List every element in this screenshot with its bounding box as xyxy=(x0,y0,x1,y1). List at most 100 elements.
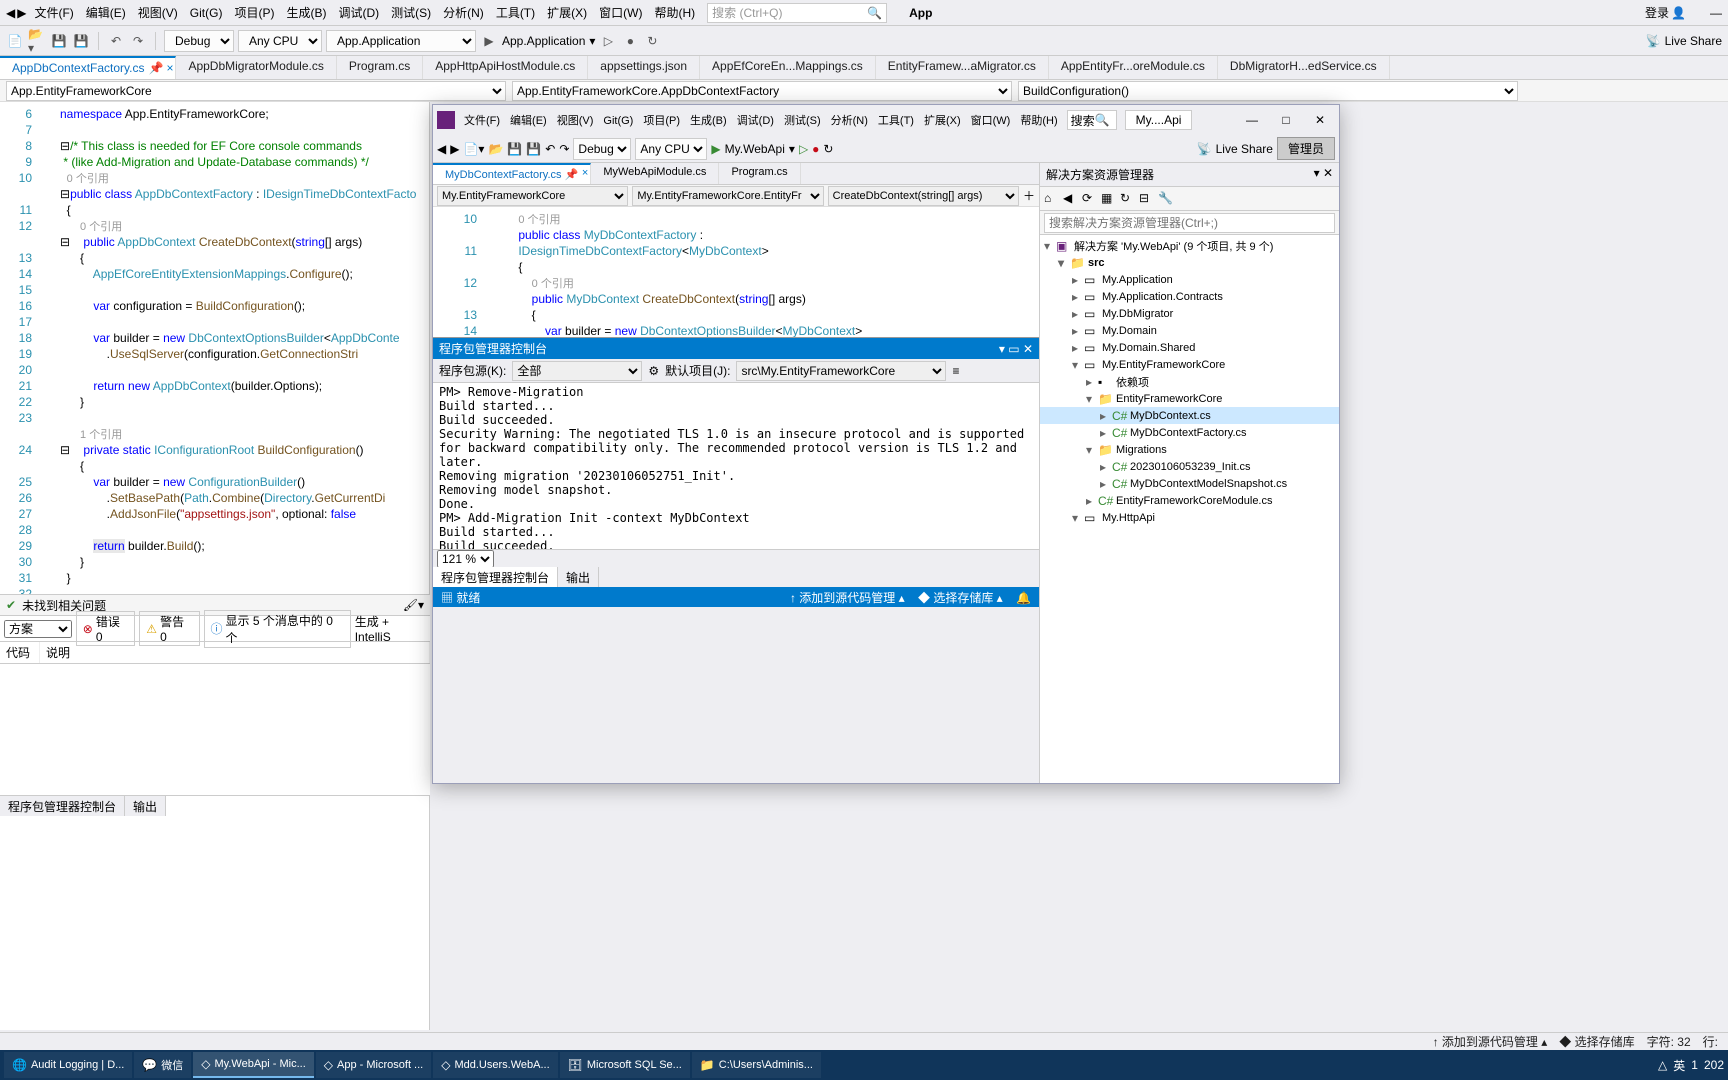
bell-icon[interactable]: 🔔 xyxy=(1016,591,1031,605)
startup-dropdown[interactable]: App.Application xyxy=(326,30,476,52)
refresh-icon[interactable]: ↻ xyxy=(823,142,833,156)
warnings-pill[interactable]: ⚠警告 0 xyxy=(139,611,199,646)
tray-item[interactable]: 1 xyxy=(1691,1058,1698,1072)
config-dropdown[interactable]: Debug xyxy=(164,30,234,52)
se-close-icon[interactable]: ✕ xyxy=(1323,166,1333,180)
tree-item[interactable]: ▸C#MyDbContext.cs xyxy=(1040,407,1339,424)
pmc-tab[interactable]: 输出 xyxy=(558,567,599,587)
collapse-icon[interactable]: ⊟ xyxy=(1139,191,1155,207)
pmc-pin-icon[interactable]: ▭ xyxy=(1008,342,1019,356)
bottom-tab[interactable]: 程序包管理器控制台 xyxy=(0,796,125,816)
menu-item[interactable]: Git(G) xyxy=(598,113,638,129)
login-button[interactable]: 登录 xyxy=(1645,4,1669,21)
menu-item[interactable]: 项目(P) xyxy=(638,113,685,129)
sync-icon[interactable]: ⟳ xyxy=(1082,191,1098,207)
menu-item[interactable]: 窗口(W) xyxy=(966,113,1016,129)
editor-tab[interactable]: DbMigratorH...edService.cs xyxy=(1218,56,1390,79)
menu-item[interactable]: 窗口(W) xyxy=(593,4,648,22)
taskbar-item[interactable]: ◇App - Microsoft ... xyxy=(316,1052,431,1078)
se-tree[interactable]: ▾▣解决方案 'My.WebApi' (9 个项目, 共 9 个)▾📁src▸▭… xyxy=(1040,235,1339,783)
pmc-tab[interactable]: 程序包管理器控制台 xyxy=(433,567,558,587)
editor-tab[interactable]: appsettings.json xyxy=(588,56,700,79)
tree-item[interactable]: ▾▭My.EntityFrameworkCore xyxy=(1040,356,1339,373)
menu-item[interactable]: 文件(F) xyxy=(459,113,505,129)
tree-item[interactable]: ▾📁Migrations xyxy=(1040,441,1339,458)
menu-item[interactable]: 编辑(E) xyxy=(505,113,552,129)
open-icon[interactable]: 📂 xyxy=(488,142,503,156)
play-nodebug-icon[interactable]: ▷ xyxy=(599,32,617,50)
menu-item[interactable]: 视图(V) xyxy=(552,113,599,129)
errors-pill[interactable]: ⊗错误 0 xyxy=(76,611,136,646)
tray-item[interactable]: 202 xyxy=(1704,1058,1724,1072)
inner-code-editor[interactable]: 10 1112 1314151617181920 0 个引用 public cl… xyxy=(433,207,1039,337)
tree-item[interactable]: ▾📁EntityFrameworkCore xyxy=(1040,390,1339,407)
liveshare-icon[interactable]: 📡 xyxy=(1197,142,1212,156)
menu-item[interactable]: 分析(N) xyxy=(826,113,873,129)
quick-search[interactable]: 搜索 (Ctrl+Q) 🔍 xyxy=(707,3,887,23)
menu-item[interactable]: 生成(B) xyxy=(685,113,732,129)
taskbar-item[interactable]: ◇My.WebApi - Mic... xyxy=(193,1052,314,1078)
tree-item[interactable]: ▸C#MyDbContextFactory.cs xyxy=(1040,424,1339,441)
saveall-icon[interactable]: 💾 xyxy=(526,142,541,156)
taskbar-item[interactable]: 📁C:\Users\Adminis... xyxy=(692,1052,821,1078)
pmc-dropdown-icon[interactable]: ▾ xyxy=(999,342,1005,356)
menu-item[interactable]: 调试(D) xyxy=(732,113,779,129)
close-icon[interactable]: ✕ xyxy=(1305,108,1335,132)
hot-reload-icon[interactable]: ● xyxy=(812,142,819,156)
inner-run[interactable]: My.WebApi xyxy=(725,142,785,156)
pmc-zoom[interactable]: 121 % xyxy=(437,550,494,568)
tree-item[interactable]: ▸▭My.DbMigrator xyxy=(1040,305,1339,322)
pmc-run-icon[interactable]: ≡ xyxy=(952,364,959,378)
refresh-icon[interactable]: ↻ xyxy=(1120,191,1136,207)
menu-item[interactable]: 视图(V) xyxy=(132,4,184,22)
saveall-icon[interactable]: 💾 xyxy=(72,32,90,50)
platform-dropdown[interactable]: Any CPU xyxy=(238,30,322,52)
menu-item[interactable]: 分析(N) xyxy=(437,4,490,22)
gear-icon[interactable]: ⚙ xyxy=(648,364,659,378)
tree-item[interactable]: ▸▪依赖项 xyxy=(1040,373,1339,390)
menu-item[interactable]: 工具(T) xyxy=(490,4,541,22)
inner-search[interactable]: 搜索🔍 xyxy=(1067,110,1117,130)
fwd-icon[interactable]: ▶ xyxy=(17,6,26,20)
taskbar-item[interactable]: 🌐Audit Logging | D... xyxy=(4,1052,132,1078)
tree-item[interactable]: ▸▭My.Application xyxy=(1040,271,1339,288)
editor-tab[interactable]: AppDbMigratorModule.cs xyxy=(176,56,336,79)
run-target[interactable]: App.Application xyxy=(502,34,585,48)
back-icon[interactable]: ◀ xyxy=(437,142,446,156)
new-icon[interactable]: 📄 xyxy=(6,32,24,50)
tree-item[interactable]: ▸C#MyDbContextModelSnapshot.cs xyxy=(1040,475,1339,492)
se-search[interactable] xyxy=(1044,213,1335,233)
editor-tab[interactable]: MyWebApiModule.cs xyxy=(591,163,719,184)
save-icon[interactable]: 💾 xyxy=(507,142,522,156)
editor-tab[interactable]: AppEfCoreEn...Mappings.cs xyxy=(700,56,876,79)
editor-tab[interactable]: AppEntityFr...oreModule.cs xyxy=(1049,56,1218,79)
pmc-output[interactable]: PM> Remove-Migration Build started... Bu… xyxy=(433,383,1039,549)
menu-item[interactable]: 测试(S) xyxy=(779,113,826,129)
fwd-icon[interactable]: ▶ xyxy=(450,142,459,156)
open-icon[interactable]: 📂▾ xyxy=(28,32,46,50)
taskbar-item[interactable]: ◇Mdd.Users.WebA... xyxy=(433,1052,557,1078)
showall-icon[interactable]: ▦ xyxy=(1101,191,1117,207)
menu-item[interactable]: 扩展(X) xyxy=(919,113,966,129)
bc-member[interactable]: BuildConfiguration() xyxy=(1018,81,1518,101)
menu-item[interactable]: 工具(T) xyxy=(873,113,919,129)
ibc-class[interactable]: My.EntityFrameworkCore.EntityFr xyxy=(632,186,823,206)
home-icon[interactable]: ⌂ xyxy=(1044,191,1060,207)
new-icon[interactable]: 📄▾ xyxy=(463,142,484,156)
undo-icon[interactable]: ↶ xyxy=(107,32,125,50)
refresh-icon[interactable]: ↻ xyxy=(643,32,661,50)
menu-item[interactable]: 帮助(H) xyxy=(648,4,701,22)
tray-item[interactable]: 英 xyxy=(1673,1057,1685,1074)
save-icon[interactable]: 💾 xyxy=(50,32,68,50)
el-scope[interactable]: 方案 xyxy=(4,620,72,638)
redo-icon[interactable]: ↷ xyxy=(559,142,569,156)
pmc-close-icon[interactable]: ✕ xyxy=(1023,342,1033,356)
minimize-icon[interactable]: — xyxy=(1237,108,1267,132)
liveshare-icon[interactable]: 📡 xyxy=(1646,34,1661,48)
bottom-tab[interactable]: 输出 xyxy=(125,796,166,816)
editor-tab[interactable]: Program.cs xyxy=(337,56,423,79)
menu-item[interactable]: 文件(F) xyxy=(28,4,79,22)
inner-platform[interactable]: Any CPU xyxy=(635,138,707,160)
pmc-project[interactable]: src\My.EntityFrameworkCore xyxy=(736,361,946,381)
back-icon[interactable]: ◀ xyxy=(1063,191,1079,207)
